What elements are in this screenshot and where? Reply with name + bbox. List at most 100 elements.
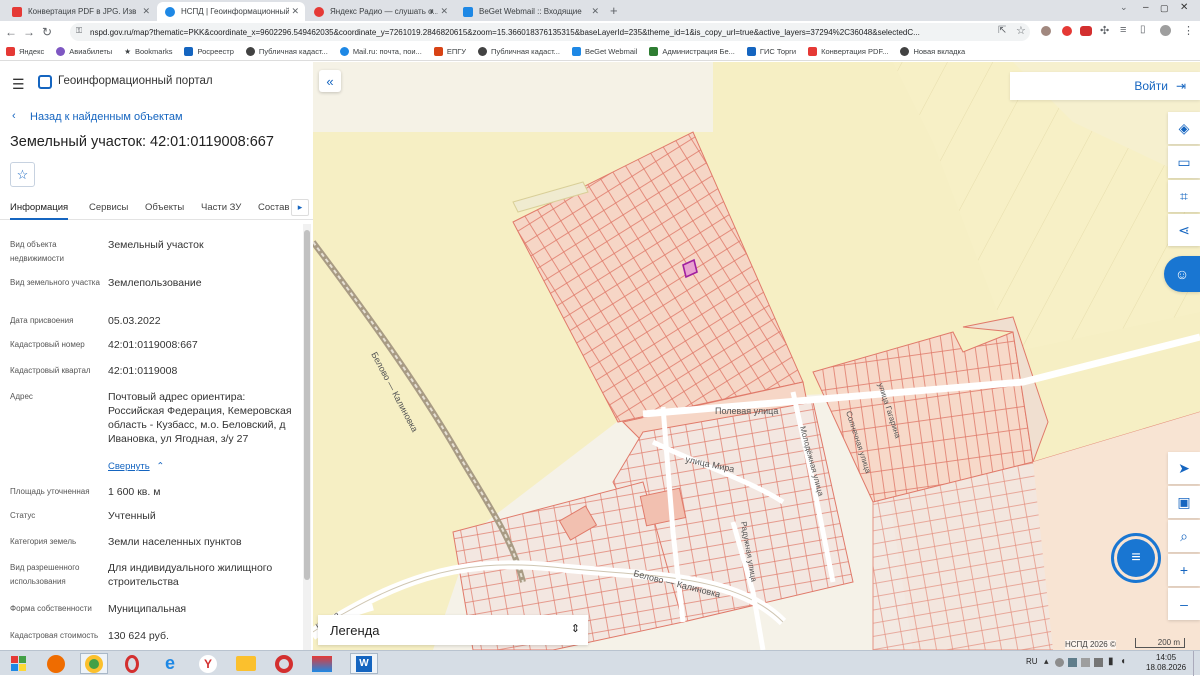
- login-button[interactable]: Войти ⇥: [1010, 72, 1200, 100]
- tab-services[interactable]: Сервисы: [89, 202, 128, 213]
- share-icon[interactable]: ⇱: [998, 25, 1006, 36]
- sidepanel-icon[interactable]: ▯: [1140, 24, 1146, 35]
- tab-information[interactable]: Информация: [10, 202, 69, 220]
- close-window-icon[interactable]: ✕: [1180, 2, 1188, 13]
- minimize-icon[interactable]: –: [1143, 2, 1149, 13]
- scrollbar-thumb[interactable]: [304, 230, 310, 580]
- new-tab-icon[interactable]: +: [610, 3, 618, 18]
- forward-icon[interactable]: →: [20, 25, 38, 39]
- collapse-panel-button[interactable]: «: [319, 70, 341, 92]
- maximize-icon[interactable]: ▢: [1160, 3, 1169, 14]
- row-label: Вид земельного участка: [10, 278, 100, 287]
- hamburger-menu-icon[interactable]: ☰: [12, 76, 25, 93]
- map-view[interactable]: Полевая улица улица Мира Молодёжная улиц…: [313, 62, 1200, 650]
- support-chat-button[interactable]: ≡: [1111, 533, 1161, 583]
- bookmark-item[interactable]: Публичная кадаст...: [478, 47, 560, 56]
- adblock-icon[interactable]: [1080, 26, 1092, 36]
- browser-tab-beget[interactable]: BeGet Webmail :: Входящие ✕: [455, 2, 605, 21]
- extensions-puzzle-icon[interactable]: ✣: [1100, 24, 1109, 37]
- language-indicator[interactable]: RU: [1026, 657, 1038, 666]
- word-icon[interactable]: W: [350, 653, 378, 674]
- network-icon[interactable]: ▮: [1108, 656, 1114, 667]
- bookmark-item[interactable]: Яндекс: [6, 47, 44, 56]
- basemap-button[interactable]: ▣: [1168, 486, 1200, 518]
- row-value: Землепользование: [108, 277, 202, 289]
- tabs-scroll-right-button[interactable]: ▸: [291, 199, 309, 216]
- row-value: Учтенный: [108, 510, 156, 522]
- bookmark-item[interactable]: Mail.ru: почта, пои...: [339, 47, 422, 56]
- extension-icon[interactable]: [1041, 26, 1051, 36]
- share-map-button[interactable]: ⋖: [1168, 214, 1200, 246]
- browser-tab-radio[interactable]: Яндекс Радио — слушать о... ⏸ ✕: [306, 2, 454, 21]
- my-location-button[interactable]: ➤: [1168, 452, 1200, 484]
- bookmark-item[interactable]: ГИС Торги: [746, 47, 796, 56]
- close-icon[interactable]: ✕: [440, 6, 448, 17]
- bookmark-item[interactable]: ★ Bookmarks: [124, 47, 172, 56]
- app-icon[interactable]: [270, 653, 298, 674]
- bookmark-item[interactable]: Росреестр: [184, 47, 234, 56]
- pause-icon[interactable]: ⏸: [429, 6, 434, 17]
- tray-icon[interactable]: [1068, 658, 1077, 667]
- tray-icon[interactable]: [1055, 658, 1064, 667]
- bookmark-item[interactable]: Публичная кадаст...: [245, 47, 328, 56]
- bookmark-item[interactable]: Новая вкладка: [900, 47, 965, 56]
- row-label: Кадастровый номер: [10, 340, 85, 349]
- chat-assistant-button[interactable]: ☺: [1164, 256, 1200, 292]
- panel-scrollbar[interactable]: [303, 224, 311, 650]
- row-label: Статус: [10, 511, 36, 520]
- portal-title: Геоинформационный портал: [58, 75, 213, 87]
- tab-title: Конвертация PDF в JPG. Извле...: [28, 7, 136, 16]
- browser-tab-pdf[interactable]: Конвертация PDF в JPG. Извле... ✕: [4, 2, 156, 21]
- tray-icon[interactable]: [1094, 658, 1103, 667]
- bookmark-item[interactable]: Конвертация PDF...: [808, 47, 888, 56]
- bookmark-item[interactable]: ЕПГУ: [433, 47, 466, 56]
- collapse-address-link[interactable]: Свернуть ⌃: [108, 461, 164, 472]
- app-icon[interactable]: [308, 653, 336, 674]
- chrome-icon[interactable]: [80, 653, 108, 674]
- back-icon[interactable]: ←: [2, 25, 20, 39]
- tray-arrow-icon[interactable]: ▴: [1044, 656, 1049, 667]
- clock-time: 14:05: [1156, 653, 1177, 662]
- firefox-icon[interactable]: [42, 653, 70, 674]
- bookmark-item[interactable]: Администрация Бе...: [649, 47, 735, 56]
- opera-icon[interactable]: [118, 653, 146, 674]
- back-arrow-icon[interactable]: ‹: [12, 110, 16, 122]
- tab-objects[interactable]: Объекты: [145, 202, 184, 213]
- bookmark-item[interactable]: Авиабилеты: [56, 47, 112, 56]
- tray-icon[interactable]: [1081, 658, 1090, 667]
- zoom-out-button[interactable]: –: [1168, 588, 1200, 620]
- internet-explorer-icon[interactable]: e: [156, 653, 184, 674]
- file-explorer-icon[interactable]: [232, 653, 260, 674]
- menu-icon[interactable]: ⋮: [1183, 24, 1194, 37]
- bookmark-star-icon[interactable]: ☆: [1016, 24, 1026, 37]
- back-to-results-link[interactable]: Назад к найденным объектам: [30, 111, 183, 123]
- start-button[interactable]: [4, 653, 32, 674]
- favorite-star-button[interactable]: ☆: [10, 162, 35, 187]
- playlist-icon[interactable]: ≡: [1120, 24, 1126, 36]
- profile-icon[interactable]: [1160, 25, 1171, 36]
- close-icon[interactable]: ✕: [291, 6, 299, 17]
- tab-parts[interactable]: Части ЗУ: [201, 202, 241, 213]
- extension-icon[interactable]: [1062, 26, 1072, 36]
- layers-button[interactable]: ◈: [1168, 112, 1200, 144]
- close-icon[interactable]: ✕: [142, 6, 150, 17]
- url-field[interactable]: ⚿ nspd.gov.ru/map?thematic=PKK&coordinat…: [70, 23, 1030, 41]
- bookmark-item[interactable]: BeGet Webmail: [571, 47, 637, 56]
- legend-dropdown[interactable]: Легенда ⇕: [318, 615, 588, 645]
- zoom-in-button[interactable]: +: [1168, 554, 1200, 586]
- search-on-map-button[interactable]: ⌕: [1168, 520, 1200, 552]
- yandex-browser-icon[interactable]: Y: [194, 653, 222, 674]
- reload-icon[interactable]: ↻: [38, 25, 56, 39]
- show-desktop-button[interactable]: [1193, 651, 1200, 676]
- measure-button[interactable]: ▭: [1168, 146, 1200, 178]
- collapse-label: Свернуть: [108, 461, 150, 472]
- map-canvas[interactable]: Полевая улица улица Мира Молодёжная улиц…: [313, 62, 1200, 650]
- browser-tab-nspd[interactable]: НСПД | Геоинформационный п... ✕: [157, 2, 305, 21]
- select-area-button[interactable]: ⌗: [1168, 180, 1200, 212]
- bookmarks-bar: Яндекс Авиабилеты ★ Bookmarks Росреестр П…: [0, 43, 1200, 61]
- volume-icon[interactable]: ◖: [1120, 656, 1126, 667]
- tab-composition[interactable]: Состав: [258, 202, 289, 213]
- tab-search-icon[interactable]: ⌄: [1120, 2, 1128, 13]
- clock[interactable]: 14:05 18.08.2026: [1146, 653, 1186, 673]
- close-icon[interactable]: ✕: [591, 6, 599, 17]
